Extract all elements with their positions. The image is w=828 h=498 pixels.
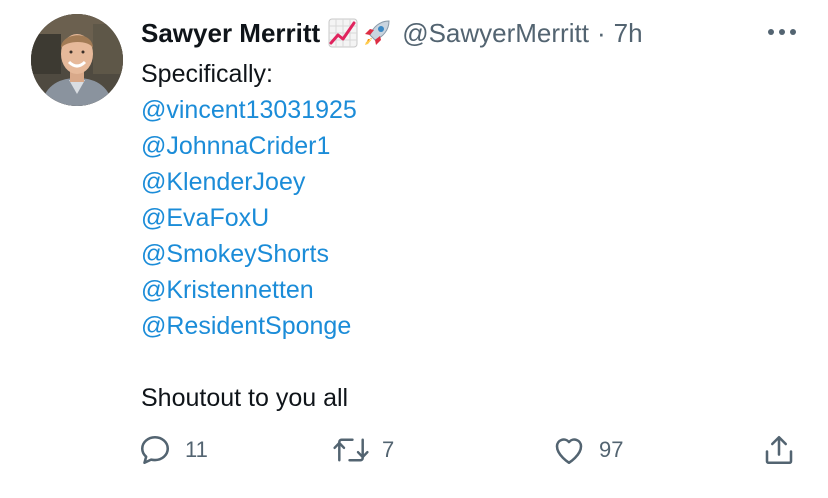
tweet-intro: Specifically: bbox=[141, 60, 273, 88]
like-button[interactable]: 97 bbox=[551, 428, 623, 472]
reply-icon bbox=[140, 435, 170, 465]
share-button[interactable] bbox=[761, 428, 797, 472]
reply-button[interactable]: 11 bbox=[137, 428, 208, 472]
tweet-time[interactable]: 7h bbox=[614, 18, 643, 49]
more-icon bbox=[768, 29, 796, 35]
mention-link[interactable]: @vincent13031925 bbox=[141, 96, 357, 124]
reply-count: 11 bbox=[185, 437, 208, 462]
tweet-actions: 11 7 97 bbox=[137, 428, 807, 472]
avatar-photo bbox=[31, 14, 123, 106]
mention-link[interactable]: @JohnnaCrider1 bbox=[141, 132, 330, 160]
retweet-count: 7 bbox=[382, 437, 395, 462]
retweet-icon bbox=[333, 438, 369, 462]
avatar[interactable] bbox=[31, 14, 123, 106]
tweet-header: Sawyer Merritt @SawyerMerritt · 7h bbox=[141, 14, 643, 52]
mention-link[interactable]: @SmokeyShorts bbox=[141, 240, 329, 268]
author-name[interactable]: Sawyer Merritt bbox=[141, 18, 320, 49]
tweet-closing: Shoutout to you all bbox=[141, 384, 349, 412]
heart-icon bbox=[555, 438, 583, 465]
author-handle[interactable]: @SawyerMerritt bbox=[402, 18, 589, 49]
mention-link[interactable]: @Kristennetten bbox=[141, 276, 314, 304]
mention-link[interactable]: @EvaFoxU bbox=[141, 204, 269, 232]
mention-link[interactable]: @ResidentSponge bbox=[141, 312, 351, 340]
like-count: 97 bbox=[599, 437, 624, 462]
chart-increasing-icon bbox=[328, 18, 358, 48]
share-icon bbox=[765, 435, 793, 465]
tweet-text: Specifically: @vincent13031925 @JohnnaCr… bbox=[141, 56, 801, 416]
mention-link[interactable]: @KlenderJoey bbox=[141, 168, 305, 196]
separator-dot: · bbox=[596, 17, 606, 48]
more-options-button[interactable] bbox=[762, 18, 802, 46]
retweet-button[interactable]: 7 bbox=[332, 428, 394, 472]
rocket-icon bbox=[362, 18, 392, 48]
